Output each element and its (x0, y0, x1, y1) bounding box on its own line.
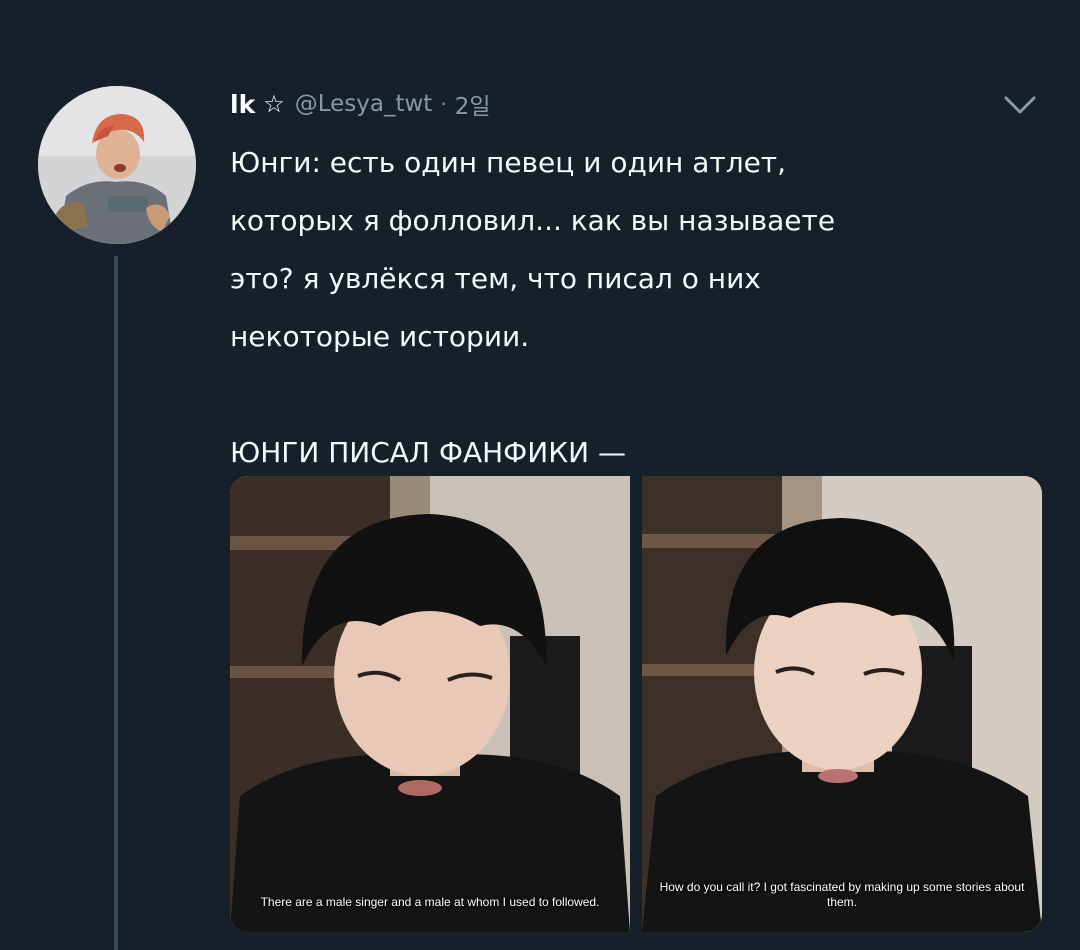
tweet[interactable]: lk ☆ @Lesya_twt · 2일 Юнги: есть один пев… (0, 0, 1080, 950)
tweet-text-line: некоторые истории. (230, 320, 530, 353)
tweet-text-line: ЮНГИ ПИСАЛ ФАНФИКИ — (230, 436, 626, 469)
tweet-text: Юнги: есть один певец и один атлет, кото… (230, 134, 1030, 482)
tweet-header: lk ☆ @Lesya_twt · 2일 (230, 84, 490, 124)
media-image-right[interactable]: How do you call it? I got fascinated by … (642, 476, 1042, 932)
tweet-text-line: которых я фолловил... как вы называете (230, 204, 836, 237)
avatar[interactable] (38, 86, 196, 244)
chevron-down-icon[interactable] (1000, 90, 1040, 120)
tweet-text-line: Юнги: есть один певец и один атлет, (230, 146, 787, 179)
thread-line (114, 256, 118, 950)
display-name[interactable]: lk (230, 90, 255, 119)
video-caption: How do you call it? I got fascinated by … (659, 880, 1025, 909)
separator-dot: · (440, 92, 447, 116)
tweet-media[interactable]: There are a male singer and a male at wh… (230, 476, 1042, 932)
tweet-text-line: это? я увлёкся тем, что писал о них (230, 262, 761, 295)
video-caption: There are a male singer and a male at wh… (260, 895, 600, 909)
video-still (230, 476, 630, 932)
media-image-left[interactable]: There are a male singer and a male at wh… (230, 476, 630, 932)
timestamp[interactable]: 2일 (455, 87, 491, 121)
video-still (642, 476, 1042, 932)
star-badge: ☆ (263, 90, 285, 118)
user-handle[interactable]: @Lesya_twt (295, 91, 433, 117)
avatar-image (38, 86, 196, 244)
